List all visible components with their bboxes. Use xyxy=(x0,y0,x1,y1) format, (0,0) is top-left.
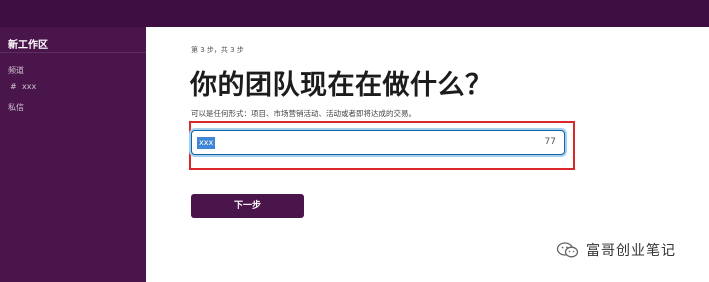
next-button[interactable]: 下一步 xyxy=(191,194,304,218)
sidebar-divider xyxy=(0,52,146,53)
sidebar: 新工作区 频道 # xxx 私信 xyxy=(0,27,146,282)
page-title: 你的团队现在在做什么？ xyxy=(190,70,493,101)
hash-icon: # xyxy=(10,82,17,91)
top-bar xyxy=(0,0,709,27)
wechat-icon xyxy=(556,242,579,258)
watermark-text: 富哥创业笔记 xyxy=(586,243,676,259)
workspace-name[interactable]: 新工作区 xyxy=(8,36,48,51)
character-counter: 77 xyxy=(544,137,556,147)
watermark: 富哥创业笔记 xyxy=(556,238,701,260)
project-name-input[interactable]: xxx 77 xyxy=(191,130,565,155)
input-value: xxx xyxy=(197,137,216,149)
direct-messages-label[interactable]: 私信 xyxy=(8,102,24,113)
sidebar-item-channel[interactable]: xxx xyxy=(22,82,36,91)
page-description: 可以是任何形式：项目、市场营销活动、活动或者即将达成的交易。 xyxy=(191,109,416,118)
step-indicator: 第 3 步，共 3 步 xyxy=(191,46,244,54)
channels-label[interactable]: 频道 xyxy=(8,65,24,76)
